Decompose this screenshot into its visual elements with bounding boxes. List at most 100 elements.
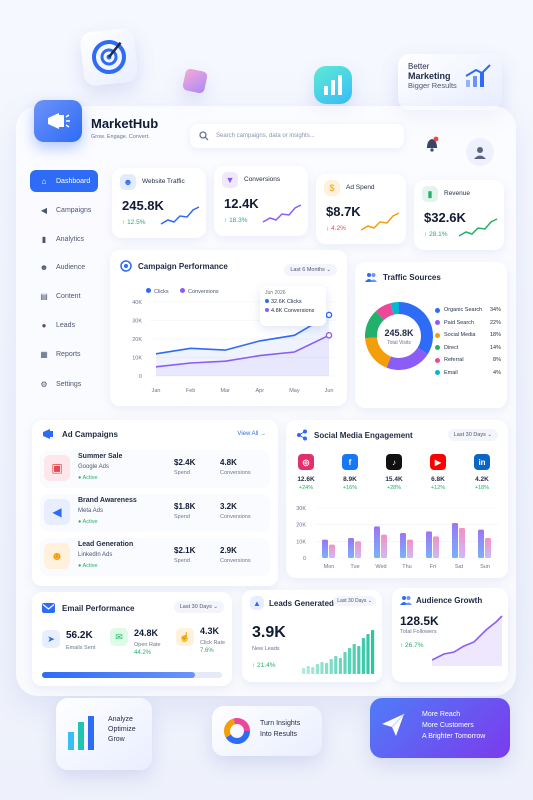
sidebar-item-label: Campaigns [56,206,92,214]
leads-bar [311,667,315,674]
email-range-select[interactable]: Last 30 Days ⌄ [173,601,224,613]
donut-center-label: Total Visits [387,340,411,346]
kpi-delta: ↓ 4.2% [326,225,346,232]
bar[interactable] [459,528,465,558]
y-tick-label: 30K [132,319,142,325]
leads-bar [357,646,361,674]
instagram-icon[interactable]: ◎ [298,454,314,470]
paper-plane-icon [382,713,405,736]
series-point-conversions[interactable] [325,332,333,339]
social-media-card: Social Media Engagement Last 30 Days ⌄ 3… [286,420,508,578]
kpi-delta-value: 12.5% [127,219,146,226]
legend-dot [435,345,440,351]
campaign-spend-label: Spend [174,514,190,520]
bar[interactable] [322,539,328,558]
traffic-legend-label: Email [444,369,458,376]
ad-campaigns-card: Ad Campaigns View All → ▣ Summer Sale Goog… [32,420,278,586]
traffic-legend-item: Paid Search 22% [435,317,501,330]
kpi-card-website-traffic: ☻ Website Traffic 245.8K ↑ 12.5% [112,168,206,238]
sidebar-item-audience[interactable]: ☻ Audience [30,256,98,278]
sidebar-item-label: Reports [56,350,81,358]
x-tick-label: Mon [324,564,335,570]
sidebar-item-reports[interactable]: ▦ Reports [30,343,98,365]
reach-line3: A Brighter Tomorrow [422,733,486,740]
traffic-legend: Organic Search 34% Paid Search 22% Social Me… [435,304,501,379]
series-point-clicks[interactable] [325,311,333,319]
notification-bell[interactable] [425,136,439,157]
kpi-delta-value: 18.3% [229,217,248,224]
linkedin-icon[interactable]: in [474,454,490,470]
legend-dot [435,370,440,376]
search-bar[interactable]: Search campaigns, data or insights... [190,124,404,148]
sidebar-item-label: Audience [56,263,86,271]
leads-bar [348,648,352,674]
campaign-status: ● Active [78,475,98,481]
sidebar-item-campaigns[interactable]: ◀ Campaigns [30,199,98,221]
bar[interactable] [400,533,406,558]
bar[interactable] [452,523,458,558]
sidebar-item-label: Dashboard [56,177,91,185]
kpi-sparkline [262,204,302,223]
avatar[interactable] [466,138,494,166]
kpi-sparkline [160,206,200,225]
sidebar-item-content[interactable]: ▤ Content [30,285,98,307]
bar[interactable] [426,531,432,558]
y-tick-label: 0 [139,374,142,380]
emails-sent-value: 56.2K [66,630,93,641]
bar[interactable] [478,529,484,558]
traffic-sources-title: Traffic Sources [383,273,441,282]
cursor-click-icon: ☝ [176,628,194,646]
bar[interactable] [407,539,413,558]
campaign-conversions-label: Conversions [220,558,251,564]
social-delta: +28% [386,485,402,491]
sidebar-item-leads[interactable]: ● Leads [30,314,98,336]
campaign-status: ● Active [78,563,98,569]
sidebar-item-analytics[interactable]: ▮ Analytics [30,228,98,250]
bar[interactable] [433,536,439,558]
ad-campaign-row[interactable]: ▣ Summer Sale Google Ads ● Active $2.4K Spend… [40,450,270,488]
leads-range-select[interactable]: Last 30 Days ⌄ [333,596,376,606]
ad-campaign-row[interactable]: ◀ Brand Awareness Meta Ads ● Active $1.8K Spe… [40,494,270,532]
y-tick-label: 20K [132,337,142,343]
facebook-icon[interactable]: f [342,454,358,470]
leads-bar [320,662,324,674]
tiktok-icon[interactable]: ♪ [386,454,402,470]
legend-dot-clicks [146,288,151,293]
kpi-delta: ↑ 12.5% [122,219,146,226]
youtube-icon[interactable]: ▶ [430,454,446,470]
coin-icon: $ [324,180,340,196]
campaign-platform: Google Ads [78,464,110,470]
campaign-conversions-label: Conversions [220,514,251,520]
ad-campaign-row[interactable]: ☻ Lead Generation LinkedIn Ads ● Active $2.1… [40,538,270,576]
kpi-value: 12.4K [224,196,259,211]
campaign-range-select[interactable]: Last 6 Months ⌄ [284,264,337,276]
leads-delta: ↑ 21.4% [252,662,276,669]
x-tick-label: Sat [455,564,464,570]
megaphone-icon [48,113,70,129]
search-input[interactable]: Search campaigns, data or insights... [216,133,315,139]
social-media-title: Social Media Engagement [314,431,413,440]
leads-title: Leads Generated [269,599,334,608]
leads-bar-chart [302,630,375,674]
tooltip-conversions-dot [265,308,269,312]
bar[interactable] [329,544,335,558]
email-title: Email Performance [62,604,135,613]
megaphone-icon: ◀ [44,499,70,525]
bar[interactable] [348,538,354,558]
bar[interactable] [374,526,380,558]
bar[interactable] [381,534,387,558]
kpi-delta: ↑ 18.3% [224,217,248,224]
social-range-select[interactable]: Last 30 Days ⌄ [447,429,498,441]
gear-icon: ⚙ [40,379,48,389]
social-delta: +18% [474,485,490,491]
users-icon: ☻ [44,543,70,569]
bar[interactable] [485,538,491,558]
view-all-link[interactable]: View All → [237,431,266,437]
bar[interactable] [355,541,361,558]
sidebar-item-dashboard[interactable]: ⌂ Dashboard [30,170,98,192]
y-tick-label: 40K [132,300,142,306]
campaign-name: Summer Sale [78,453,123,460]
sidebar-item-settings[interactable]: ⚙ Settings [30,373,98,395]
campaign-range-label: Last 6 Months [290,267,325,273]
megaphone-icon: ◀ [40,205,48,215]
